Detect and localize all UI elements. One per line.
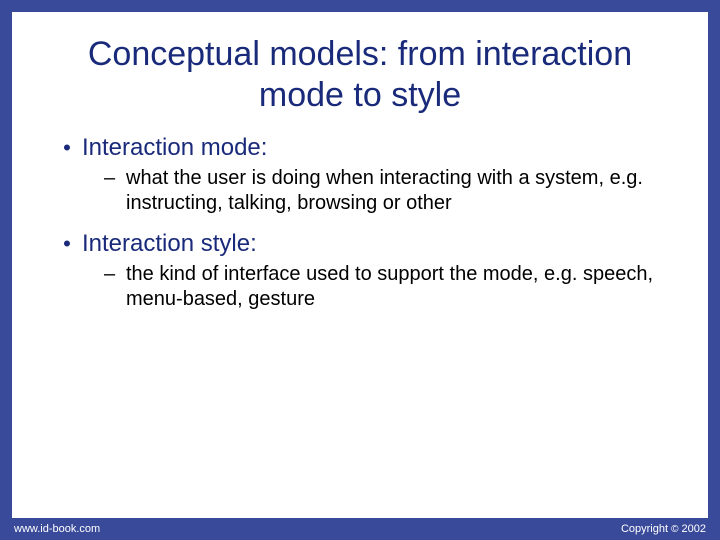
footer-url: www.id-book.com	[14, 523, 100, 535]
copyright-year: 2002	[678, 523, 706, 535]
slide: Conceptual models: from interaction mode…	[12, 12, 708, 518]
dash-icon: –	[104, 167, 126, 190]
bullet-icon: •	[52, 233, 82, 255]
sub-bullet-text: what the user is doing when interacting …	[126, 166, 668, 216]
bullet-item: • Interaction style:	[52, 230, 668, 258]
sub-bullet-item: – the kind of interface used to support …	[104, 262, 668, 312]
footer-copyright: Copyright © 2002	[621, 523, 706, 535]
bullet-label: Interaction mode:	[82, 134, 267, 162]
dash-icon: –	[104, 263, 126, 286]
slide-footer: www.id-book.com Copyright © 2002	[0, 518, 720, 540]
copyright-prefix: Copyright	[621, 523, 671, 535]
bullet-icon: •	[52, 137, 82, 159]
slide-content: • Interaction mode: – what the user is d…	[12, 130, 708, 312]
bullet-label: Interaction style:	[82, 230, 257, 258]
slide-title: Conceptual models: from interaction mode…	[12, 12, 708, 130]
bullet-item: • Interaction mode:	[52, 134, 668, 162]
sub-bullet-item: – what the user is doing when interactin…	[104, 166, 668, 216]
sub-bullet-text: the kind of interface used to support th…	[126, 262, 668, 312]
